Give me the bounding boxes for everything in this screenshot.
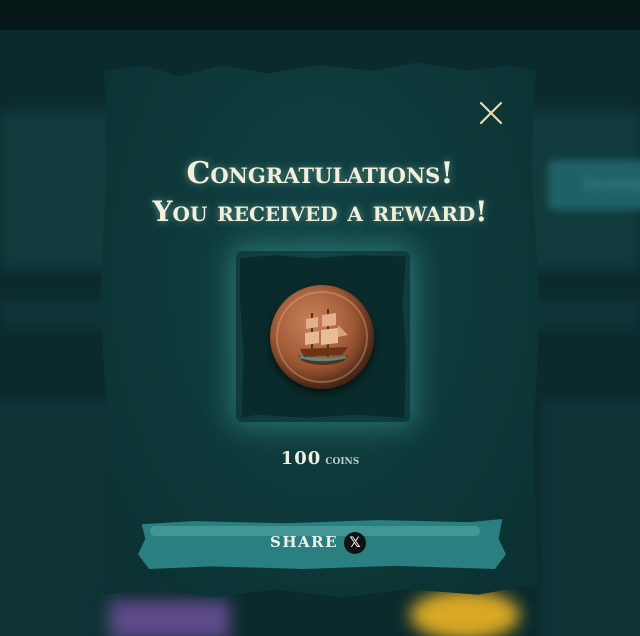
title-line-2: You received a reward! — [152, 195, 488, 228]
close-icon[interactable] — [478, 100, 504, 126]
background-card-left — [0, 400, 120, 636]
background-side-button-label: Exchange — [584, 177, 640, 191]
reward-amount-value: 100 — [280, 448, 322, 469]
share-button[interactable]: SHARE 𝕏 — [138, 518, 506, 570]
ship-coin-icon — [270, 285, 374, 389]
background-gold-item — [410, 590, 520, 636]
background-top-bar — [0, 0, 640, 30]
title-line-1: Congratulations! — [186, 156, 454, 191]
reward-title: Congratulations! You received a reward! — [100, 155, 540, 231]
background-side-button: Exchange — [548, 160, 640, 210]
reward-amount: 100 coins — [100, 448, 540, 469]
reward-amount-unit: coins — [325, 453, 360, 468]
x-logo-icon: 𝕏 — [344, 532, 366, 554]
background-card-right — [540, 400, 640, 636]
background-purple-item — [110, 600, 230, 636]
share-button-label: SHARE — [270, 533, 339, 551]
